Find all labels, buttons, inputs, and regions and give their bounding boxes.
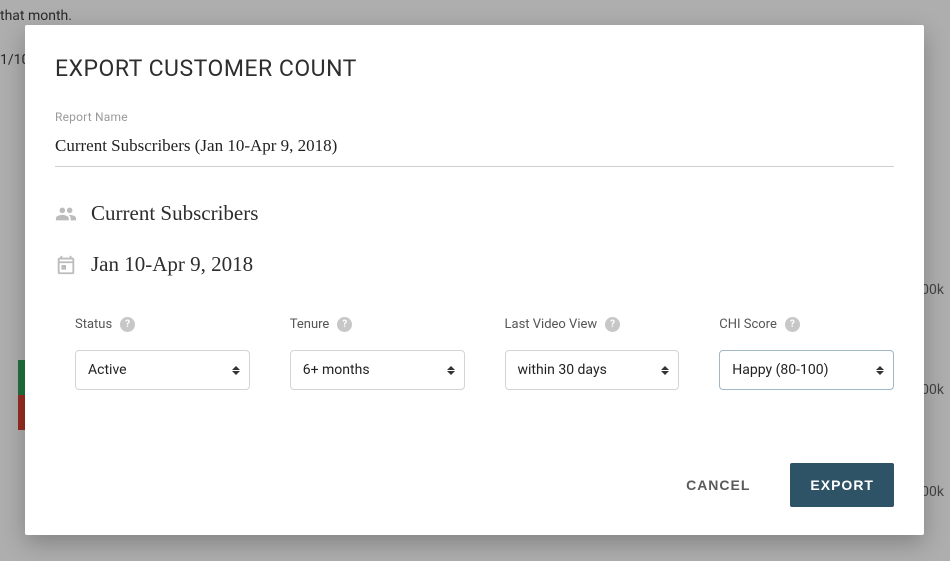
- filter-tenure: Tenure ? 6+ months: [290, 317, 465, 390]
- help-icon[interactable]: ?: [785, 317, 800, 332]
- report-name-field: Report Name: [55, 110, 894, 167]
- chevron-updown-icon: [231, 363, 241, 377]
- subscribers-text: Current Subscribers: [91, 201, 258, 226]
- filter-lastview: Last Video View ? within 30 days: [505, 317, 680, 390]
- lastview-select[interactable]: within 30 days: [505, 350, 680, 390]
- filters-row: Status ? Active Tenure ? 6+ months Last …: [55, 317, 894, 390]
- export-modal: EXPORT CUSTOMER COUNT Report Name Curren…: [25, 25, 924, 535]
- filter-lastview-label: Last Video View: [505, 317, 598, 332]
- filter-tenure-label: Tenure: [290, 317, 330, 332]
- status-select-value: Active: [88, 362, 127, 378]
- people-icon: [55, 203, 77, 225]
- help-icon[interactable]: ?: [337, 317, 352, 332]
- filter-chi-label: CHI Score: [719, 317, 777, 332]
- calendar-icon: [55, 254, 77, 276]
- date-range-text: Jan 10-Apr 9, 2018: [91, 252, 253, 277]
- modal-actions: CANCEL EXPORT: [666, 463, 894, 507]
- help-icon[interactable]: ?: [120, 317, 135, 332]
- lastview-select-value: within 30 days: [518, 362, 607, 378]
- modal-title: EXPORT CUSTOMER COUNT: [55, 55, 894, 82]
- chi-select[interactable]: Happy (80-100): [719, 350, 894, 390]
- chevron-updown-icon: [446, 363, 456, 377]
- date-range-row: Jan 10-Apr 9, 2018: [55, 252, 894, 277]
- export-button[interactable]: EXPORT: [790, 463, 894, 507]
- status-select[interactable]: Active: [75, 350, 250, 390]
- filter-chi: CHI Score ? Happy (80-100): [719, 317, 894, 390]
- help-icon[interactable]: ?: [605, 317, 620, 332]
- chevron-updown-icon: [660, 363, 670, 377]
- report-name-input[interactable]: [55, 130, 894, 167]
- tenure-select[interactable]: 6+ months: [290, 350, 465, 390]
- tenure-select-value: 6+ months: [303, 362, 370, 378]
- subscribers-row: Current Subscribers: [55, 201, 894, 226]
- chevron-updown-icon: [875, 363, 885, 377]
- chi-select-value: Happy (80-100): [732, 362, 828, 378]
- filter-status: Status ? Active: [75, 317, 250, 390]
- filter-status-label: Status: [75, 317, 112, 332]
- cancel-button[interactable]: CANCEL: [666, 463, 770, 507]
- report-name-label: Report Name: [55, 110, 894, 124]
